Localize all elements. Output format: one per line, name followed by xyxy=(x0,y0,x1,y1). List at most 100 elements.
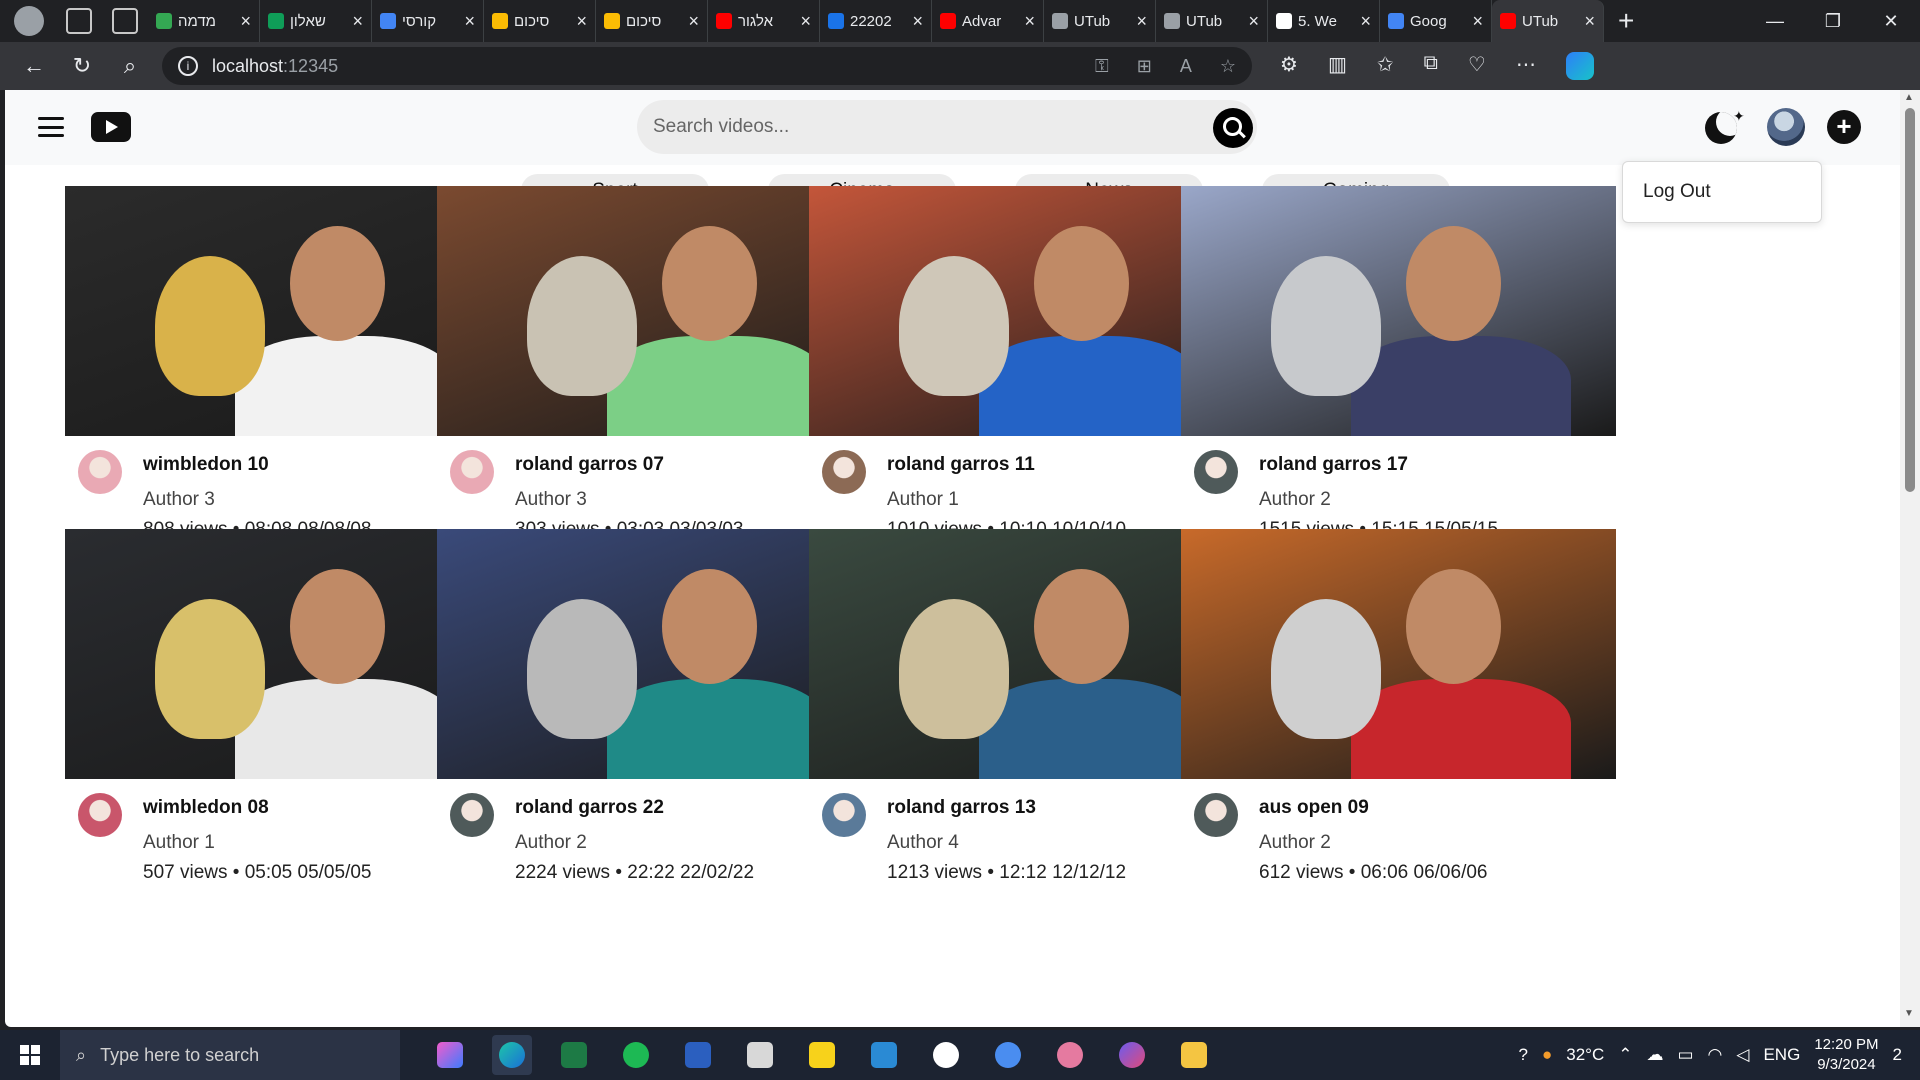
browser-tab[interactable]: קורסי × xyxy=(372,0,484,42)
channel-avatar[interactable] xyxy=(822,793,866,837)
search-input[interactable] xyxy=(647,107,1187,147)
tab-close-icon[interactable]: × xyxy=(1024,11,1035,32)
scroll-down-icon[interactable]: ▼ xyxy=(1904,1008,1914,1019)
channel-avatar[interactable] xyxy=(1194,793,1238,837)
video-card[interactable]: roland garros 17Author 21515 views • 15:… xyxy=(1181,186,1616,566)
user-avatar[interactable] xyxy=(1767,108,1805,146)
more-menu-icon[interactable]: ⋯ xyxy=(1516,52,1536,80)
logout-menu-item[interactable]: Log Out xyxy=(1643,181,1711,203)
video-thumbnail[interactable] xyxy=(809,529,1244,779)
site-info-icon[interactable]: i xyxy=(178,56,198,76)
favorite-star-icon[interactable]: ☆ xyxy=(1220,56,1236,77)
video-title[interactable]: wimbledon 08 xyxy=(143,797,269,819)
video-thumbnail[interactable] xyxy=(1181,186,1616,436)
video-title[interactable]: roland garros 11 xyxy=(887,454,1035,476)
video-author[interactable]: Author 4 xyxy=(887,832,959,854)
split-screen-icon[interactable]: ▥ xyxy=(1328,52,1347,80)
video-thumbnail[interactable] xyxy=(65,186,500,436)
video-card[interactable]: aus open 09 Author 2 612 views • 06:06 06/… xyxy=(1181,529,1616,909)
video-thumbnail[interactable] xyxy=(437,529,872,779)
favorites-icon[interactable]: ✩ xyxy=(1377,52,1394,80)
copilot-app-icon[interactable] xyxy=(430,1035,470,1075)
tab-close-icon[interactable]: × xyxy=(1584,11,1595,32)
copilot-icon[interactable] xyxy=(1565,52,1594,80)
video-thumbnail[interactable] xyxy=(1181,529,1616,779)
extensions-icon[interactable]: ⚙ xyxy=(1280,52,1298,80)
messenger-app-icon[interactable] xyxy=(1112,1035,1152,1075)
browser-tab[interactable]: Advar × xyxy=(932,0,1044,42)
channel-avatar[interactable] xyxy=(1194,450,1238,494)
clock[interactable]: 12:20 PM 9/3/2024 xyxy=(1814,1035,1878,1075)
tab-close-icon[interactable]: × xyxy=(1360,11,1371,32)
video-card[interactable]: roland garros 13 Author 4 1213 views • 12:… xyxy=(809,529,1244,909)
video-thumbnail[interactable] xyxy=(809,186,1244,436)
workspaces-icon[interactable] xyxy=(66,8,92,34)
wifi-icon[interactable]: ◠ xyxy=(1708,1045,1723,1065)
sticky-notes-app-icon[interactable] xyxy=(802,1035,842,1075)
tab-actions-icon[interactable] xyxy=(112,8,138,34)
page-scrollbar[interactable]: ▲ ▼ xyxy=(1900,90,1920,1027)
reload-icon[interactable]: ↻ xyxy=(58,53,106,79)
new-tab-button[interactable]: + xyxy=(1618,5,1634,37)
video-card[interactable]: roland garros 07Author 3303 views • 03:0… xyxy=(437,186,872,566)
back-icon[interactable]: ← xyxy=(10,53,58,79)
browser-tab[interactable]: סיכום × xyxy=(596,0,708,42)
tab-close-icon[interactable]: × xyxy=(352,11,363,32)
minimize-button[interactable]: — xyxy=(1746,11,1804,32)
channel-avatar[interactable] xyxy=(78,793,122,837)
upload-video-button[interactable]: + xyxy=(1827,110,1861,144)
spotify-app-icon[interactable] xyxy=(616,1035,656,1075)
video-title[interactable]: roland garros 17 xyxy=(1259,454,1408,476)
language-indicator[interactable]: ENG xyxy=(1763,1045,1800,1065)
vscode-app-icon[interactable] xyxy=(864,1035,904,1075)
browser-tab[interactable]: מדמה × xyxy=(148,0,260,42)
video-title[interactable]: roland garros 07 xyxy=(515,454,664,476)
taskbar-search[interactable]: ⌕ Type here to search xyxy=(60,1030,400,1080)
paint-app-icon[interactable] xyxy=(1050,1035,1090,1075)
browser-tab[interactable]: 22202 × xyxy=(820,0,932,42)
video-author[interactable]: Author 1 xyxy=(143,832,215,854)
close-window-button[interactable]: ✕ xyxy=(1862,11,1920,32)
mongodb-app-icon[interactable] xyxy=(926,1035,966,1075)
tab-close-icon[interactable]: × xyxy=(240,11,251,32)
tab-close-icon[interactable]: × xyxy=(800,11,811,32)
tab-close-icon[interactable]: × xyxy=(688,11,699,32)
browser-tab[interactable]: UTub × xyxy=(1492,0,1604,42)
start-button[interactable] xyxy=(0,1045,60,1065)
video-author[interactable]: Author 2 xyxy=(515,832,587,854)
read-aloud-icon[interactable]: A xyxy=(1180,56,1192,77)
video-title[interactable]: wimbledon 10 xyxy=(143,454,269,476)
collections-icon[interactable]: ⧉ xyxy=(1424,52,1438,80)
video-thumbnail[interactable] xyxy=(65,529,500,779)
video-author[interactable]: Author 3 xyxy=(143,489,215,511)
snipping-tool-app-icon[interactable] xyxy=(740,1035,780,1075)
video-author[interactable]: Author 2 xyxy=(1259,832,1331,854)
browser-tab[interactable]: Goog × xyxy=(1380,0,1492,42)
browser-tab[interactable]: 5. We × xyxy=(1268,0,1380,42)
battery-icon[interactable]: ▭ xyxy=(1677,1045,1693,1065)
video-title[interactable]: roland garros 22 xyxy=(515,797,664,819)
video-thumbnail[interactable] xyxy=(437,186,872,436)
youtube-logo-icon[interactable] xyxy=(91,112,131,142)
temperature[interactable]: 32°C xyxy=(1566,1045,1604,1065)
word-app-icon[interactable] xyxy=(678,1035,718,1075)
volume-icon[interactable]: ◁ xyxy=(1736,1045,1749,1065)
video-author[interactable]: Author 3 xyxy=(515,489,587,511)
app-installer-icon[interactable] xyxy=(988,1035,1028,1075)
show-hidden-icons-icon[interactable]: ⌃ xyxy=(1618,1045,1632,1065)
video-title[interactable]: roland garros 13 xyxy=(887,797,1036,819)
video-title[interactable]: aus open 09 xyxy=(1259,797,1369,819)
browser-tab[interactable]: שאלון × xyxy=(260,0,372,42)
video-card[interactable]: wimbledon 08 Author 1 507 views • 05:05 05… xyxy=(65,529,500,909)
video-author[interactable]: Author 2 xyxy=(1259,489,1331,511)
video-card[interactable]: wimbledon 10Author 3808 views • 08:08 08… xyxy=(65,186,500,566)
excel-app-icon[interactable] xyxy=(554,1035,594,1075)
weather-icon[interactable]: ● xyxy=(1542,1045,1552,1065)
browser-tab[interactable]: UTub × xyxy=(1156,0,1268,42)
address-bar[interactable]: i localhost:12345 ⚿ ⊞ A ☆ xyxy=(162,47,1252,85)
video-card[interactable]: roland garros 11Author 11010 views • 10:… xyxy=(809,186,1244,566)
apps-icon[interactable]: ⊞ xyxy=(1137,56,1152,77)
channel-avatar[interactable] xyxy=(450,793,494,837)
browser-essentials-icon[interactable]: ♡ xyxy=(1468,52,1486,80)
help-icon[interactable]: ? xyxy=(1519,1045,1528,1065)
